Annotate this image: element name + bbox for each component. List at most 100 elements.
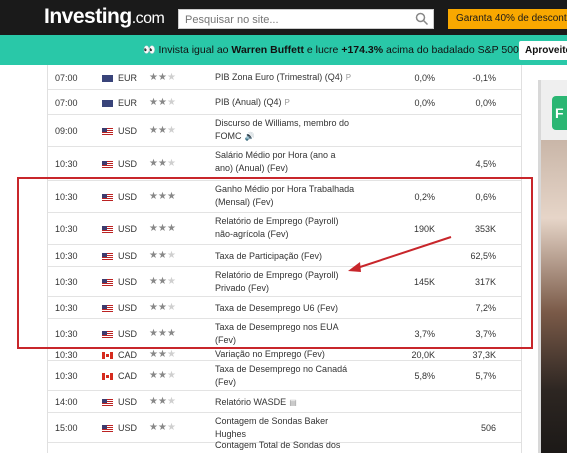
- event-name[interactable]: Relatório de Emprego (Payroll) não-agríc…: [215, 215, 355, 241]
- table-row[interactable]: 10:30 USD ★★★ Relatório de Emprego (Payroll…: [48, 267, 521, 297]
- table-row[interactable]: 10:30 CAD ★★★ Variação no Emprego (Fev) 20,0…: [48, 348, 521, 361]
- forecast-value: -0,1%: [472, 73, 496, 83]
- event-name[interactable]: PIB Zona Euro (Trimestral) (Q4) P: [215, 71, 355, 84]
- event-name[interactable]: Salário Médio por Hora (ano a ano) (Anua…: [215, 149, 355, 175]
- banner-text-post: acima do badalado S&P 500: [383, 44, 519, 56]
- star-icon: ★: [149, 97, 158, 108]
- actual-value: 0,0%: [414, 98, 435, 108]
- star-icon: ★: [157, 422, 167, 433]
- table-row[interactable]: 10:30 USD ★★★ Salário Médio por Hora (ano a…: [48, 147, 521, 181]
- table-row[interactable]: 10:30 USD ★★★ Taxa de Desemprego nos EUA (F…: [48, 319, 521, 349]
- preliminary-icon: P: [345, 73, 352, 82]
- forecast-value: 62,5%: [470, 251, 496, 261]
- event-name-text[interactable]: Ganho Médio por Hora Trabalhada (Mensal)…: [215, 184, 354, 207]
- event-name[interactable]: Contagem de Sondas Baker Hughes: [215, 415, 355, 441]
- importance-stars: ★★★: [149, 158, 176, 169]
- search-input[interactable]: [179, 11, 409, 29]
- star-icon: ★: [157, 302, 167, 313]
- table-row[interactable]: 10:30 USD ★★★ Relatório de Emprego (Payroll…: [48, 213, 521, 245]
- star-icon: ★: [157, 250, 167, 261]
- event-name[interactable]: Relatório de Emprego (Payroll) Privado (…: [215, 269, 355, 295]
- star-icon: ★: [166, 158, 176, 169]
- event-name-text[interactable]: PIB Zona Euro (Trimestral) (Q4): [215, 72, 343, 82]
- star-icon: ★: [149, 223, 158, 234]
- event-name[interactable]: PIB (Anual) (Q4) P: [215, 96, 355, 109]
- event-name[interactable]: Discurso de Williams, membro do FOMC 🔊: [215, 117, 355, 143]
- event-name-text[interactable]: Taxa de Desemprego U6 (Fev): [215, 303, 338, 313]
- importance-stars: ★★★: [149, 72, 176, 83]
- event-name-text[interactable]: Relatório WASDE: [215, 397, 286, 407]
- importance-stars: ★★★: [149, 223, 176, 234]
- importance-stars: ★★★: [149, 250, 176, 261]
- forecast-value: 37,3K: [472, 350, 496, 360]
- table-row[interactable]: 10:30 USD ★★★ Taxa de Participação (Fev) 62,…: [48, 245, 521, 267]
- event-time: 10:30: [55, 303, 78, 313]
- event-name-text[interactable]: Contagem de Sondas Baker Hughes: [215, 416, 328, 439]
- eyes-icon: 👀: [143, 45, 156, 56]
- banner-cta-button[interactable]: Aproveite: [519, 41, 567, 60]
- event-name[interactable]: Variação no Emprego (Fev): [215, 348, 355, 361]
- event-name-text[interactable]: Contagem Total de Sondas dos: [215, 440, 340, 450]
- event-name-text[interactable]: Taxa de Desemprego nos EUA (Fev): [215, 322, 338, 345]
- us-flag-icon: [102, 161, 113, 168]
- table-row[interactable]: 14:00 USD ★★★ Relatório WASDE ▤: [48, 391, 521, 413]
- table-row[interactable]: Contagem Total de Sondas dos: [48, 440, 521, 453]
- event-name-text[interactable]: Relatório de Emprego (Payroll) não-agríc…: [215, 216, 339, 239]
- importance-stars: ★★★: [149, 302, 176, 313]
- event-time: 10:30: [55, 159, 78, 169]
- event-time: 15:00: [55, 423, 78, 433]
- us-flag-icon: [102, 305, 113, 312]
- event-name-text[interactable]: Variação no Emprego (Fev): [215, 349, 325, 359]
- event-name-text[interactable]: Taxa de Desemprego no Canadá (Fev): [215, 364, 347, 387]
- preliminary-icon: P: [284, 98, 290, 107]
- star-icon: ★: [157, 191, 167, 202]
- star-icon: ★: [166, 422, 176, 433]
- event-name[interactable]: Taxa de Desemprego U6 (Fev): [215, 302, 355, 315]
- event-name[interactable]: Taxa de Desemprego nos EUA (Fev): [215, 321, 355, 347]
- event-time: 07:00: [55, 73, 78, 83]
- star-icon: ★: [166, 349, 176, 360]
- event-name[interactable]: Taxa de Desemprego no Canadá (Fev): [215, 363, 355, 389]
- currency-code: USD: [118, 277, 138, 287]
- currency-code: USD: [118, 126, 138, 136]
- star-icon: ★: [157, 349, 167, 360]
- table-row[interactable]: 10:30 USD ★★★ Ganho Médio por Hora Trabalha…: [48, 181, 521, 213]
- us-flag-icon: [102, 425, 113, 432]
- star-icon: ★: [149, 370, 158, 381]
- event-time: 14:00: [55, 397, 78, 407]
- table-row[interactable]: 07:00 EUR ★★★ PIB Zona Euro (Trimestral) (Q…: [48, 65, 521, 90]
- table-row[interactable]: 10:30 USD ★★★ Taxa de Desemprego U6 (Fev) 7,…: [48, 297, 521, 319]
- event-name[interactable]: Taxa de Participação (Fev): [215, 250, 355, 263]
- event-name-text[interactable]: Taxa de Participação (Fev): [215, 251, 322, 261]
- event-name-text[interactable]: Discurso de Williams, membro do FOMC: [215, 118, 349, 141]
- us-flag-icon: [102, 128, 113, 135]
- search-icon[interactable]: [415, 12, 429, 26]
- star-icon: ★: [157, 328, 167, 339]
- event-name[interactable]: Relatório WASDE ▤: [215, 396, 355, 409]
- event-name-text[interactable]: Relatório de Emprego (Payroll) Privado (…: [215, 270, 339, 293]
- table-row[interactable]: 09:00 USD ★★★ Discurso de Williams, membro …: [48, 115, 521, 147]
- actual-value: 0,2%: [414, 192, 435, 202]
- currency-code: CAD: [118, 350, 138, 360]
- banner-name: Warren Buffett: [231, 44, 304, 56]
- importance-stars: ★★★: [149, 328, 176, 339]
- us-flag-icon: [102, 253, 113, 260]
- investing-logo[interactable]: Investing.com: [44, 5, 165, 29]
- star-icon: ★: [166, 370, 176, 381]
- table-row[interactable]: 07:00 EUR ★★★ PIB (Anual) (Q4) P 0,0% 0,0%: [48, 90, 521, 115]
- event-time: 09:00: [55, 126, 78, 136]
- table-row[interactable]: 10:30 CAD ★★★ Taxa de Desemprego no Canadá …: [48, 361, 521, 391]
- event-name-text[interactable]: PIB (Anual) (Q4): [215, 97, 282, 107]
- event-time: 10:30: [55, 192, 78, 202]
- star-icon: ★: [149, 158, 158, 169]
- event-name[interactable]: Ganho Médio por Hora Trabalhada (Mensal)…: [215, 183, 355, 209]
- importance-stars: ★★★: [149, 370, 176, 381]
- event-name[interactable]: Contagem Total de Sondas dos: [215, 439, 355, 452]
- forecast-value: 0,6%: [475, 192, 496, 202]
- banner-text: 👀 Invista igual ao Warren Buffett e lucre…: [143, 44, 519, 56]
- event-name-text[interactable]: Salário Médio por Hora (ano a ano) (Anua…: [215, 150, 336, 173]
- side-advertisement[interactable]: F: [538, 80, 567, 453]
- forecast-value: 353K: [474, 224, 496, 234]
- discount-promo-button[interactable]: Garanta 40% de desconto: [448, 9, 567, 29]
- star-icon: ★: [149, 276, 158, 287]
